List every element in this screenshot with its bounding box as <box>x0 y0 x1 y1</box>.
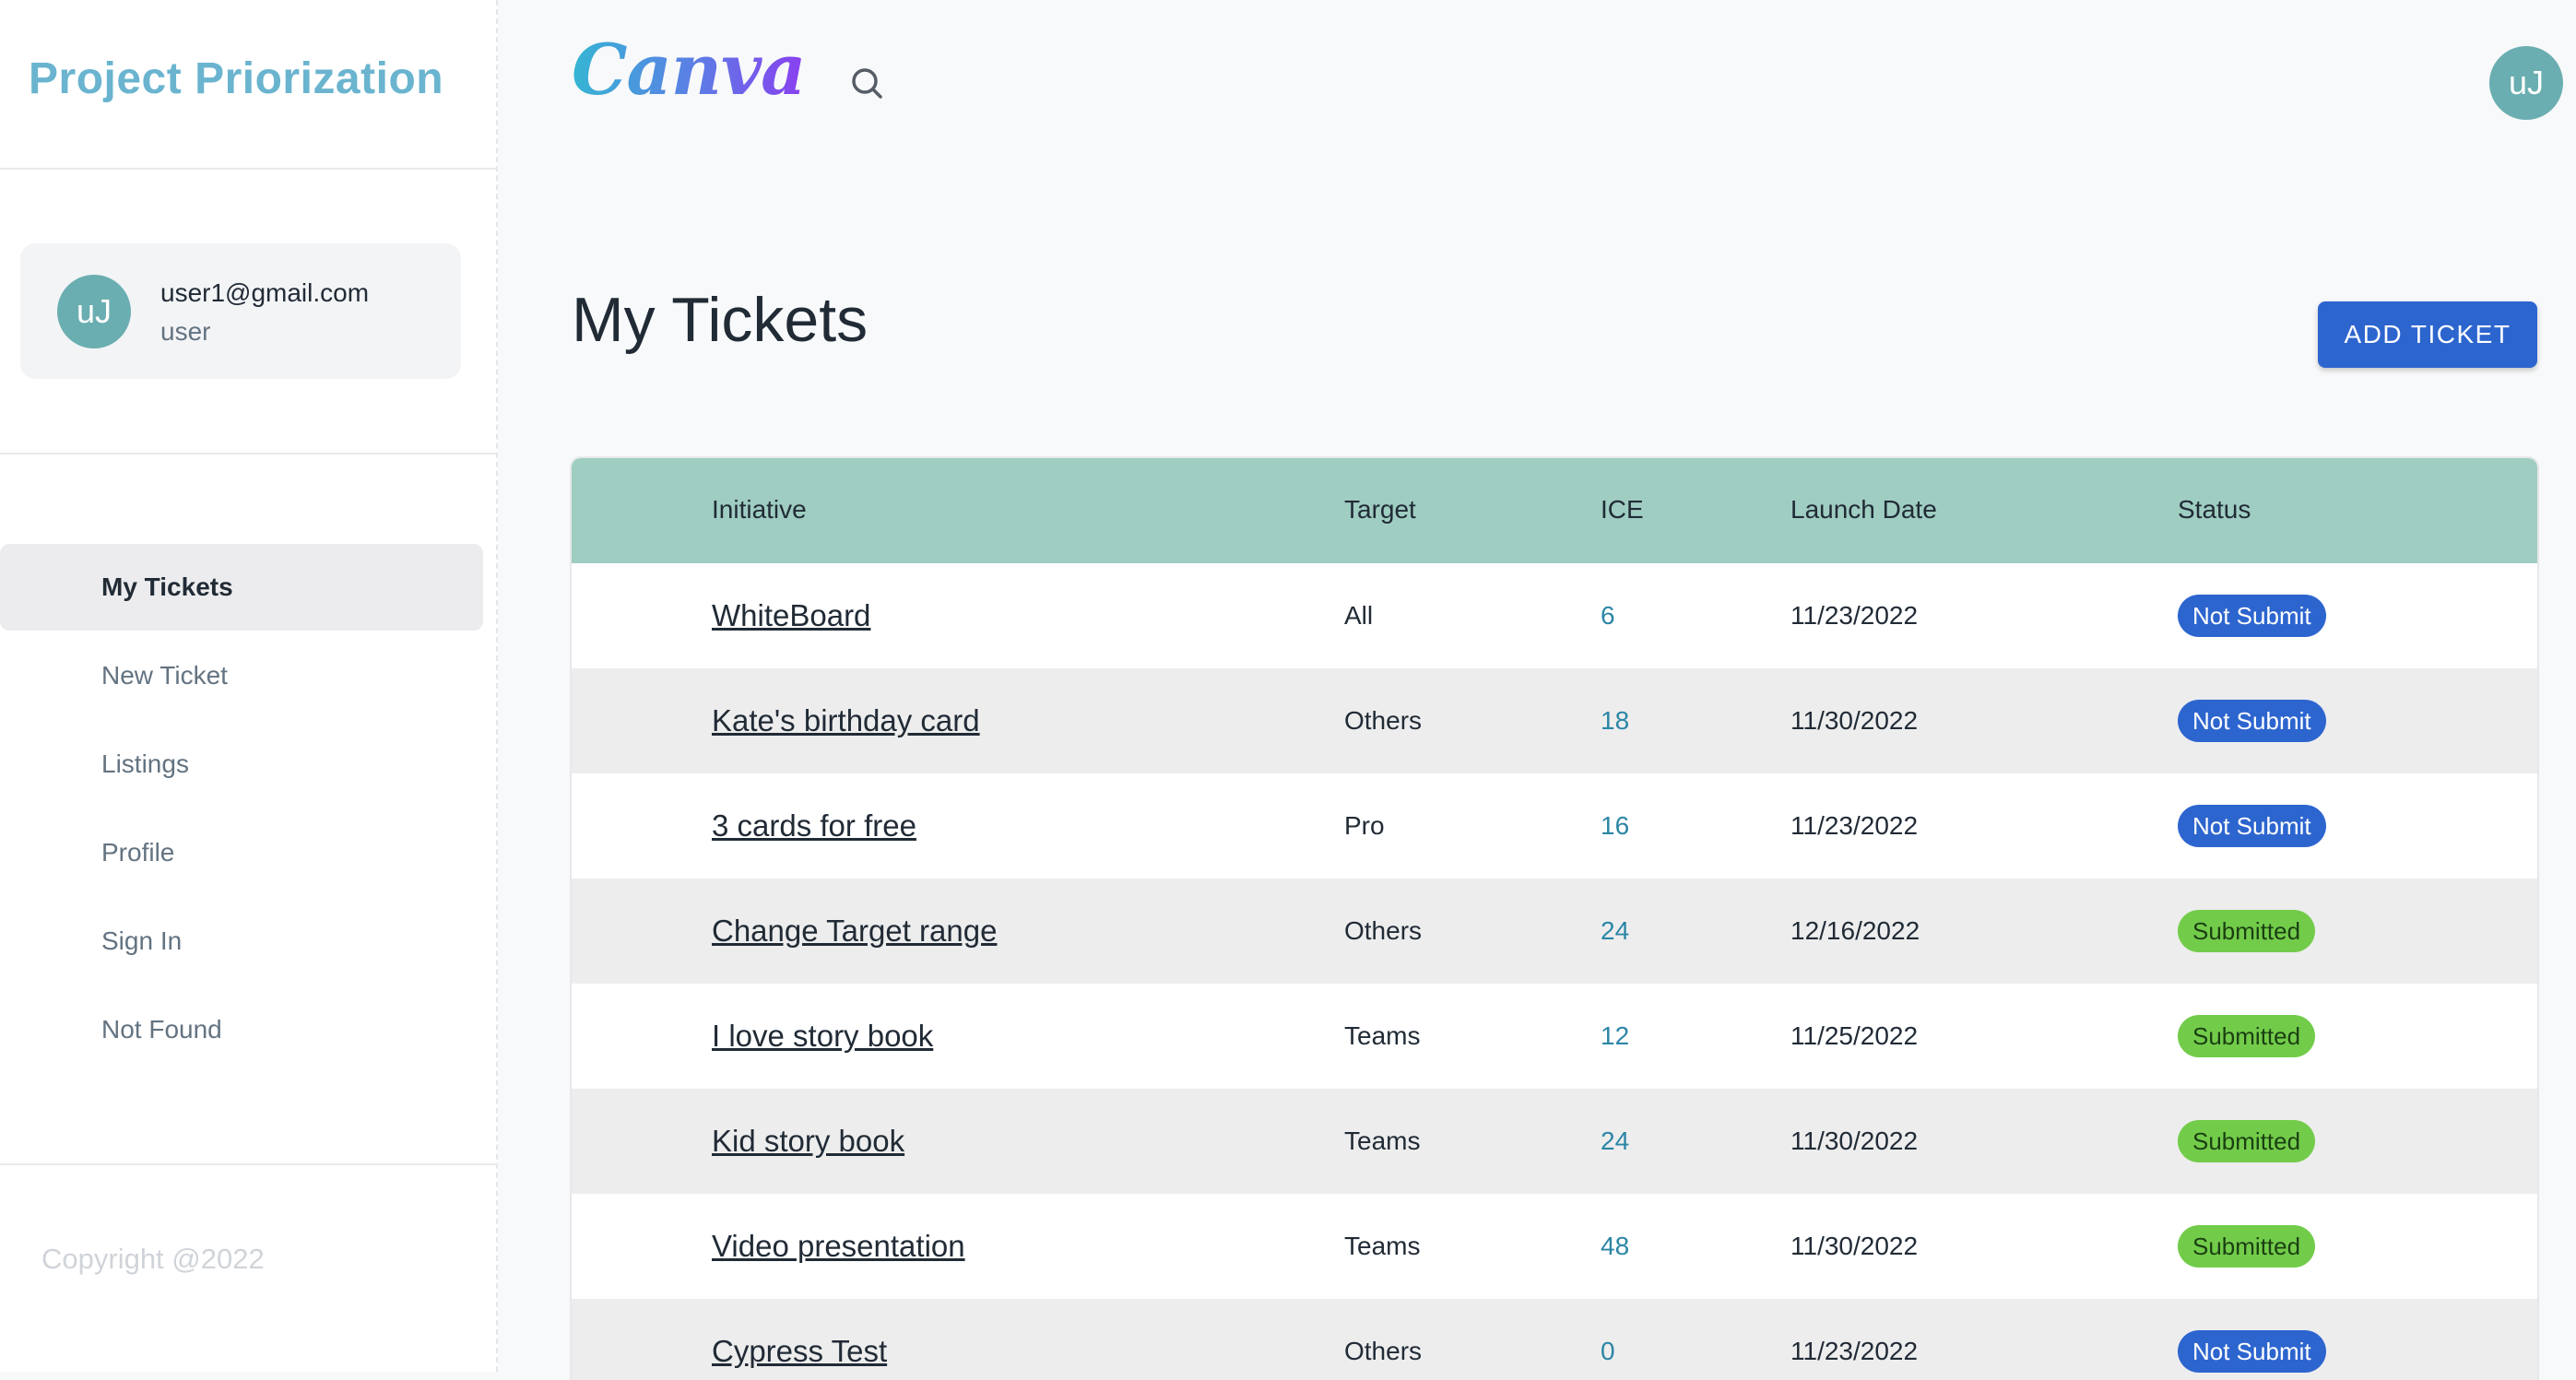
app-brand-title[interactable]: Project Priorization <box>29 53 443 104</box>
avatar: uJ <box>57 275 131 348</box>
target-cell: Others <box>1344 1337 1423 1365</box>
launch-date-cell: 11/25/2022 <box>1790 1021 1919 1050</box>
initiative-link[interactable]: Kid story book <box>712 1089 904 1194</box>
status-cell: Submitted <box>2178 984 2316 1089</box>
column-header-ice[interactable]: ICE <box>1601 495 1644 525</box>
status-badge: Not Submit <box>2178 1330 2326 1373</box>
launch-date-cell: 11/23/2022 <box>1790 601 1919 630</box>
sidebar-item-sign-in[interactable]: Sign In <box>0 898 483 985</box>
initiative-link[interactable]: 3 cards for free <box>712 773 916 879</box>
search-icon[interactable] <box>846 63 889 105</box>
initiative-link[interactable]: I love story book <box>712 984 933 1089</box>
target-cell: Teams <box>1344 1232 1421 1260</box>
status-badge: Submitted <box>2178 910 2316 952</box>
status-badge: Submitted <box>2178 1015 2316 1057</box>
divider <box>0 453 498 454</box>
initiative-link[interactable]: Kate's birthday card <box>712 668 980 773</box>
table-row: Video presentation Teams 48 11/30/2022 Submi… <box>572 1194 2537 1299</box>
target-cell: Others <box>1344 916 1423 945</box>
ice-score-cell: 16 <box>1601 811 1630 840</box>
initiative-link[interactable]: WhiteBoard <box>712 563 870 668</box>
canva-logo[interactable]: Canva <box>572 35 806 105</box>
sidebar-item-profile[interactable]: Profile <box>0 809 483 896</box>
status-cell: Not Submit <box>2178 563 2326 668</box>
column-header-target[interactable]: Target <box>1344 495 1416 525</box>
status-badge: Submitted <box>2178 1120 2316 1162</box>
target-cell: All <box>1344 601 1374 630</box>
initiative-link[interactable]: Change Target range <box>712 879 997 984</box>
account-avatar[interactable]: uJ <box>2489 46 2563 120</box>
status-cell: Submitted <box>2178 1194 2316 1299</box>
user-role: user <box>160 317 211 346</box>
launch-date-cell: 11/23/2022 <box>1790 1337 1919 1365</box>
ice-score-cell: 18 <box>1601 706 1630 735</box>
sidebar-item-listings[interactable]: Listings <box>0 721 483 808</box>
target-cell: Pro <box>1344 811 1385 840</box>
status-cell: Submitted <box>2178 1089 2316 1194</box>
table-row: WhiteBoard All 6 11/23/2022 Not Submit <box>572 563 2537 668</box>
launch-date-cell: 11/30/2022 <box>1790 1232 1919 1260</box>
table-row: 3 cards for free Pro 16 11/23/2022 Not Submi… <box>572 773 2537 879</box>
sidebar-item-my-tickets[interactable]: My Tickets <box>0 544 483 631</box>
divider <box>0 168 498 170</box>
initiative-link[interactable]: Video presentation <box>712 1194 965 1299</box>
ice-score-cell: 0 <box>1601 1337 1615 1365</box>
divider <box>0 1163 498 1165</box>
target-cell: Others <box>1344 706 1423 735</box>
initiative-link[interactable]: Cypress Test <box>712 1299 887 1380</box>
column-header-status[interactable]: Status <box>2178 495 2251 525</box>
sidebar: Project Priorization uJ user1@gmail.com … <box>0 0 498 1372</box>
status-cell: Submitted <box>2178 879 2316 984</box>
column-header-initiative[interactable]: Initiative <box>712 495 807 525</box>
launch-date-cell: 11/30/2022 <box>1790 706 1919 735</box>
table-row: Change Target range Others 24 12/16/2022 Sub… <box>572 879 2537 984</box>
page-title: My Tickets <box>572 285 869 355</box>
ice-score-cell: 12 <box>1601 1021 1630 1050</box>
table-header-row: Initiative Target ICE Launch Date Status <box>572 458 2537 563</box>
target-cell: Teams <box>1344 1021 1421 1050</box>
user-email: user1@gmail.com <box>160 278 370 307</box>
table-row: Kate's birthday card Others 18 11/30/2022 No… <box>572 668 2537 773</box>
status-badge: Not Submit <box>2178 805 2326 847</box>
table-row: Kid story book Teams 24 11/30/2022 Submitted <box>572 1089 2537 1194</box>
table-row: Cypress Test Others 0 11/23/2022 Not Submit <box>572 1299 2537 1380</box>
ice-score-cell: 24 <box>1601 916 1630 945</box>
ice-score-cell: 24 <box>1601 1126 1630 1155</box>
status-badge: Not Submit <box>2178 700 2326 742</box>
sidebar-item-new-ticket[interactable]: New Ticket <box>0 632 483 719</box>
status-badge: Not Submit <box>2178 595 2326 637</box>
status-cell: Not Submit <box>2178 668 2326 773</box>
add-ticket-button[interactable]: ADD TICKET <box>2318 301 2537 368</box>
user-card: uJ user1@gmail.com user <box>20 243 461 379</box>
sidebar-item-not-found[interactable]: Not Found <box>0 986 483 1073</box>
ice-score-cell: 48 <box>1601 1232 1630 1260</box>
launch-date-cell: 11/30/2022 <box>1790 1126 1919 1155</box>
launch-date-cell: 11/23/2022 <box>1790 811 1919 840</box>
table-row: I love story book Teams 12 11/25/2022 Submit… <box>572 984 2537 1089</box>
launch-date-cell: 12/16/2022 <box>1790 916 1920 945</box>
status-badge: Submitted <box>2178 1225 2316 1268</box>
status-cell: Not Submit <box>2178 1299 2326 1380</box>
target-cell: Teams <box>1344 1126 1421 1155</box>
tickets-table: Initiative Target ICE Launch Date Status… <box>572 458 2537 1380</box>
ice-score-cell: 6 <box>1601 601 1615 630</box>
column-header-launch-date[interactable]: Launch Date <box>1790 495 1937 525</box>
copyright-text: Copyright @2022 <box>41 1243 265 1275</box>
status-cell: Not Submit <box>2178 773 2326 879</box>
